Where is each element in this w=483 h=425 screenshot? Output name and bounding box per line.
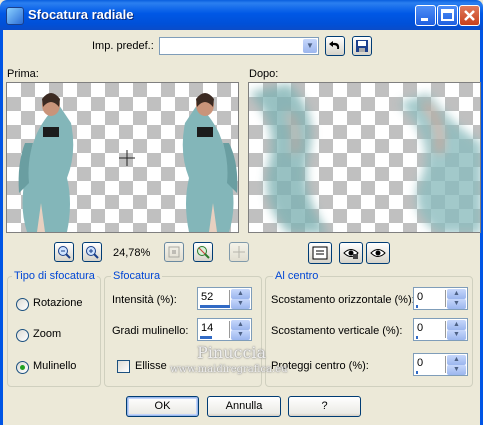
zoom-fit-button[interactable] [193, 242, 213, 262]
preset-label: Imp. predef.: [92, 40, 154, 52]
spin-up-icon[interactable]: ▲ [447, 355, 466, 365]
ellipse-label: Ellisse [135, 360, 167, 372]
spin-down-icon[interactable]: ▼ [231, 330, 250, 340]
move-icon [233, 246, 245, 258]
center-group: Al centro Scostamento orizzontale (%): 0… [265, 270, 473, 387]
pan-button[interactable] [229, 242, 249, 262]
preview-window-icon [312, 246, 328, 260]
watermark-name: Pinuccia [197, 343, 267, 362]
spin-up-icon[interactable]: ▲ [447, 289, 466, 299]
maximize-button[interactable] [437, 5, 458, 26]
spin-up-icon[interactable]: ▲ [231, 289, 250, 299]
minimize-icon [421, 18, 428, 21]
h-offset-value: 0 [417, 291, 424, 303]
intensity-spinner[interactable]: 52 ▲ ▼ [197, 287, 252, 310]
toggle-preview-button[interactable] [308, 242, 332, 264]
zoom-out-button[interactable] [54, 242, 74, 262]
radio-zoom-label: Zoom [33, 328, 62, 340]
close-icon [464, 10, 475, 21]
blur-title: Sfocatura [111, 270, 163, 282]
watermark-url: www.maidiregrafica.eu [170, 364, 288, 375]
spin-up-icon[interactable]: ▲ [231, 320, 250, 330]
spin-down-icon[interactable]: ▼ [231, 299, 250, 309]
app-icon [6, 7, 24, 25]
cancel-button[interactable]: Annulla [207, 396, 281, 417]
save-disk-icon [356, 40, 368, 52]
after-label: Dopo: [249, 68, 279, 80]
ok-button[interactable]: OK [126, 396, 199, 417]
h-offset-bar [416, 305, 418, 308]
blur-type-group: Tipo di sfocatura Rotazione Zoom Mulinel… [7, 270, 101, 387]
twist-value: 14 [201, 322, 214, 334]
zoom-in-button[interactable] [82, 242, 102, 262]
close-button[interactable] [459, 5, 480, 26]
help-button[interactable]: ? [288, 396, 361, 417]
spin-down-icon[interactable]: ▼ [447, 330, 466, 340]
radio-twirl[interactable] [16, 361, 29, 374]
twist-spinner[interactable]: 14 ▲ ▼ [197, 318, 252, 341]
model-image-left [18, 93, 238, 232]
undo-arrow-icon [329, 41, 340, 49]
spin-down-icon[interactable]: ▼ [447, 365, 466, 375]
h-offset-spinner[interactable]: 0 ▲ ▼ [413, 287, 468, 310]
separator [445, 290, 446, 307]
v-offset-value: 0 [417, 322, 424, 334]
spin-up-icon[interactable]: ▲ [447, 320, 466, 330]
actual-size-icon [168, 246, 180, 258]
separator [445, 321, 446, 338]
preset-select[interactable]: ▼ [159, 37, 319, 55]
proof-button[interactable] [339, 242, 363, 264]
v-offset-bar [416, 336, 418, 339]
save-preset-button[interactable] [352, 36, 372, 56]
eye-icon [370, 249, 386, 257]
intensity-value: 52 [201, 291, 214, 303]
h-offset-label: Scostamento orizzontale (%): [271, 294, 415, 306]
radio-rotation[interactable] [16, 298, 29, 311]
before-preview[interactable] [6, 82, 239, 233]
radio-twirl-label: Mulinello [33, 360, 77, 372]
radio-zoom[interactable] [16, 329, 29, 342]
zoom-100-button[interactable] [164, 242, 184, 262]
zoom-out-icon [58, 246, 71, 259]
twist-bar [200, 336, 212, 339]
protect-value: 0 [417, 357, 424, 369]
v-offset-spinner[interactable]: 0 ▲ ▼ [413, 318, 468, 341]
title-bar[interactable]: Sfocatura radiale [0, 0, 483, 30]
window-title: Sfocatura radiale [28, 7, 134, 22]
after-preview [248, 82, 481, 233]
intensity-bar [200, 305, 230, 308]
blur-type-title: Tipo di sfocatura [12, 270, 97, 282]
zoom-in-icon [86, 246, 99, 259]
chevron-down-icon[interactable]: ▼ [303, 39, 317, 53]
intensity-label: Intensità (%): [112, 294, 177, 306]
zoom-level: 24,78% [113, 247, 151, 259]
blurred-image [249, 83, 480, 232]
separator [445, 356, 446, 373]
protect-spinner[interactable]: 0 ▲ ▼ [413, 353, 468, 376]
twist-label: Gradi mulinello: [112, 325, 189, 337]
protect-bar [416, 371, 418, 374]
separator [229, 321, 230, 338]
eye-lock-icon [343, 249, 359, 259]
zoom-fit-icon [197, 246, 210, 259]
spin-down-icon[interactable]: ▼ [447, 299, 466, 309]
center-title: Al centro [273, 270, 321, 282]
before-label: Prima: [7, 68, 39, 80]
auto-proof-button[interactable] [366, 242, 390, 264]
maximize-icon [441, 9, 454, 21]
radio-rotation-label: Rotazione [33, 297, 83, 309]
v-offset-label: Scostamento verticale (%): [271, 325, 403, 337]
window-frame-left [0, 30, 3, 425]
minimize-button[interactable] [415, 5, 436, 26]
reset-preset-button[interactable] [325, 36, 345, 56]
ellipse-checkbox[interactable] [117, 360, 130, 373]
